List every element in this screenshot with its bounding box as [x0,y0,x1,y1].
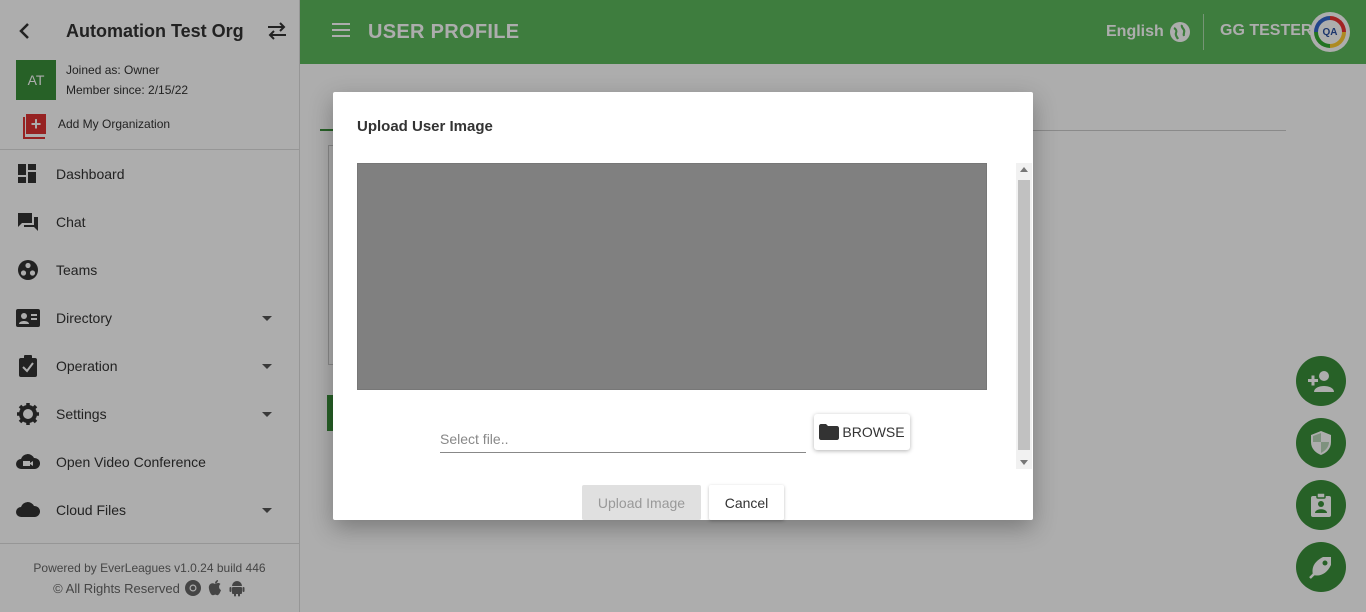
select-file-input[interactable] [440,426,806,453]
scroll-thumb[interactable] [1018,180,1030,450]
dialog-scrollbar[interactable] [1016,163,1032,469]
scroll-down-arrow-icon[interactable] [1020,460,1028,465]
image-preview-area [357,163,987,390]
dialog-title: Upload User Image [357,118,493,135]
cancel-button[interactable]: Cancel [709,485,784,520]
upload-image-dialog: Upload User Image BROWSE Upload Image Ca… [333,92,1033,520]
folder-icon [819,424,840,440]
scroll-up-arrow-icon[interactable] [1020,167,1028,172]
upload-image-button[interactable]: Upload Image [582,485,701,520]
browse-button[interactable]: BROWSE [814,414,910,450]
browse-label: BROWSE [842,424,905,440]
